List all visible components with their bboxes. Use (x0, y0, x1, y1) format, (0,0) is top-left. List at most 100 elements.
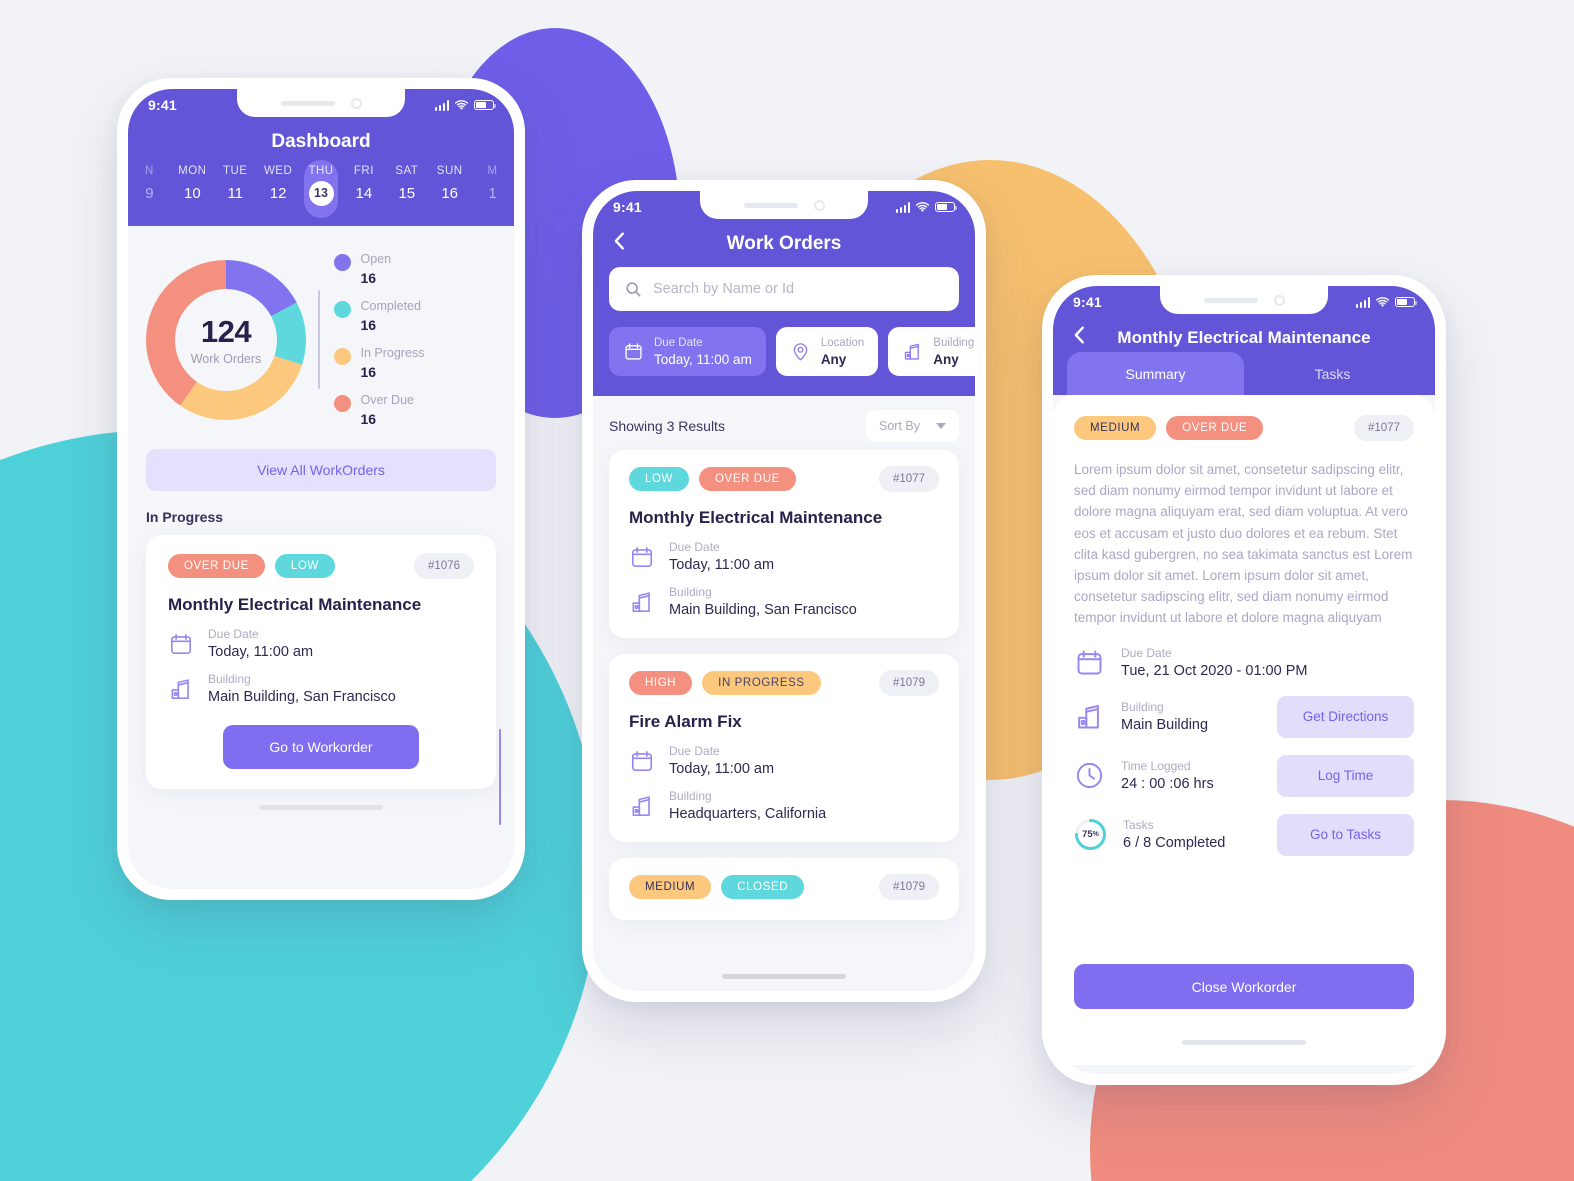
building-row: Building Main Building, San Francisco (629, 585, 939, 618)
progress-percent: 75% (1082, 829, 1099, 840)
status-badge-overdue: OVER DUE (168, 554, 265, 578)
back-button[interactable] (609, 230, 631, 252)
dashboard-sheet: 124 Work Orders Open 16 Completed 16 In Prog… (128, 226, 514, 810)
workorder-title: Fire Alarm Fix (629, 712, 742, 732)
week-day-16[interactable]: SUN 16 (428, 165, 471, 206)
legend-value: 16 (360, 317, 377, 333)
status-badge-overdue: OVER DUE (1166, 416, 1264, 440)
signal-icon (434, 99, 449, 111)
week-day-14[interactable]: FRI 14 (342, 165, 385, 206)
workorder-card[interactable]: MEDIUM CLOSED #1079 (609, 858, 959, 921)
building-value: Main Building, San Francisco (208, 689, 396, 705)
home-indicator (722, 974, 846, 979)
legend-item-in-progress: In Progress 16 (333, 346, 425, 380)
page-title: Monthly Electrical Maintenance (1117, 328, 1371, 347)
legend-label: In Progress (360, 346, 425, 360)
week-day-number: 9 (145, 185, 154, 202)
description-text: Lorem ipsum dolor sit amet, consetetur s… (1074, 462, 1413, 626)
card-badges: LOW OVER DUE #1077 (629, 466, 939, 493)
legend-label: Open (360, 252, 392, 266)
phone-workorders-list: 9:41 Work Orders Search by Name or Id Du… (582, 180, 986, 1002)
week-day-name: MON (178, 165, 207, 177)
get-directions-button[interactable]: Get Directions (1277, 695, 1414, 738)
view-all-workorders-button[interactable]: View All WorkOrders (146, 449, 496, 491)
log-time-button[interactable]: Log Time (1277, 754, 1414, 797)
filter-chips[interactable]: Due Date Today, 11:00 am Location Any Buildi… (593, 311, 975, 394)
building-value: Headquarters, California (669, 806, 827, 823)
detail-row-tasks: 75% Tasks 6 / 8 Completed Go to Tasks (1074, 813, 1414, 856)
row-value: 6 / 8 Completed (1123, 835, 1226, 851)
badge-low: LOW (629, 467, 689, 492)
week-day-13[interactable]: THU 13 (300, 160, 343, 218)
filter-chip-building[interactable]: Building Any (888, 327, 975, 377)
due-date-row: Due Date Today, 11:00 am (629, 744, 939, 777)
week-strip[interactable]: N 9 MON 10 TUE 11 WED 12 THU 13 FRI 14 SAT 15 SUN 16 M 1 (128, 157, 514, 226)
week-day-name: THU (308, 165, 334, 177)
search-bar[interactable] (609, 267, 959, 311)
week-day-number: 13 (308, 181, 334, 206)
legend-items: Open 16 Completed 16 In Progress 16 Over Due 16 (333, 252, 425, 427)
front-camera (350, 97, 362, 109)
due-date-value: Today, 11:00 am (669, 761, 775, 778)
close-workorder-button[interactable]: Close Workorder (1074, 964, 1414, 1009)
workorder-card[interactable]: LOW OVER DUE #1077 Monthly Electrical Maint… (609, 450, 959, 639)
tab-summary[interactable]: Summary (1067, 352, 1244, 395)
filter-chip-due-date[interactable]: Due Date Today, 11:00 am (609, 327, 766, 377)
filter-label: Building (933, 337, 975, 349)
priority-badge-medium: MEDIUM (1074, 416, 1157, 440)
legend-divider (318, 290, 320, 389)
week-day-1[interactable]: M1 (471, 165, 514, 206)
section-title-in-progress: In Progress (146, 509, 224, 525)
chevron-down-icon (936, 423, 946, 430)
detail-sheet: MEDIUM OVER DUE #1077 Lorem ipsum dolor … (1053, 395, 1435, 1065)
week-day-9[interactable]: N9 (128, 165, 171, 206)
go-to-tasks-button[interactable]: Go to Tasks (1277, 813, 1414, 856)
week-day-name: N (145, 165, 154, 177)
building-text: Building Main Building, San Francisco (208, 672, 396, 705)
pin-icon (790, 341, 811, 362)
building-icon (629, 793, 655, 819)
filter-chip-location[interactable]: Location Any (775, 327, 879, 377)
calendar-icon (168, 631, 194, 657)
workorder-title: Monthly Electrical Maintenance (629, 508, 883, 528)
next-card-edge-indicator (499, 729, 501, 825)
week-day-15[interactable]: SAT 15 (385, 165, 428, 206)
detail-row-building: Building Main Building Get Directions (1074, 695, 1414, 738)
sort-by-dropdown[interactable]: Sort By (866, 410, 959, 443)
speaker-grille (743, 202, 798, 208)
calendar-icon (623, 341, 644, 362)
week-day-10[interactable]: MON 10 (171, 165, 214, 206)
go-to-workorder-button[interactable]: Go to Workorder (223, 725, 419, 769)
phone-dashboard: 9:41 Dashboard N 9 MON 10 TUE 11 WED 12 THU 13 FRI… (117, 78, 525, 900)
search-input[interactable] (653, 281, 943, 297)
battery-icon (474, 100, 497, 110)
workorder-card[interactable]: OVER DUE LOW #1076 Monthly Electrical Ma… (146, 535, 496, 789)
legend-value: 16 (360, 411, 377, 427)
screen-dashboard: 9:41 Dashboard N 9 MON 10 TUE 11 WED 12 THU 13 FRI… (128, 89, 514, 889)
workorders-list[interactable]: LOW OVER DUE #1077 Monthly Electrical Maint… (593, 450, 975, 921)
list-toolbar: Showing 3 Results Sort By (593, 396, 975, 450)
donut-total-label: Work Orders (190, 351, 262, 366)
due-date-label: Due Date (669, 744, 720, 759)
status-icons (434, 99, 497, 111)
building-icon (1074, 701, 1105, 732)
workorder-card[interactable]: HIGH IN PROGRESS #1079 Fire Alarm Fix Due Da… (609, 654, 959, 843)
filter-value: Today, 11:00 am (654, 352, 752, 368)
legend-color-dot (333, 254, 351, 271)
building-row: Building Main Building, San Francisco (168, 672, 474, 705)
detail-tabs[interactable]: Summary Tasks (1053, 352, 1435, 395)
badge-closed: CLOSED (721, 875, 805, 900)
tab-tasks[interactable]: Tasks (1244, 352, 1421, 395)
week-day-11[interactable]: TUE 11 (214, 165, 257, 206)
workorder-id: #1077 (879, 466, 939, 493)
calendar-icon (1074, 647, 1105, 678)
wifi-icon (1375, 296, 1390, 307)
legend-label: Over Due (360, 393, 415, 407)
results-count: Showing 3 Results (609, 418, 725, 435)
row-text: Time Logged 24 : 00 :06 hrs (1121, 759, 1261, 792)
front-camera (1273, 294, 1285, 306)
dashboard-header: 9:41 Dashboard N 9 MON 10 TUE 11 WED 12 THU 13 FRI… (128, 89, 514, 226)
building-icon (629, 589, 655, 615)
week-day-12[interactable]: WED 12 (257, 165, 300, 206)
back-button[interactable] (1069, 324, 1091, 346)
